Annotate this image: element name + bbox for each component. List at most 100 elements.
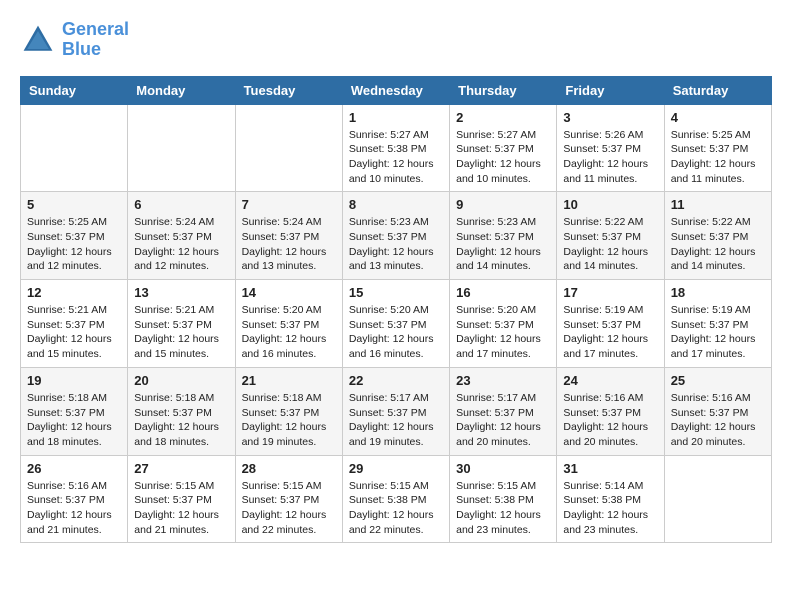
day-number: 4 [671, 110, 765, 125]
day-number: 14 [242, 285, 336, 300]
calendar-day-cell: 25 Sunrise: 5:16 AM Sunset: 5:37 PM Dayli… [664, 367, 771, 455]
calendar-day-cell: 1 Sunrise: 5:27 AM Sunset: 5:38 PM Daylig… [342, 104, 449, 192]
day-info: Sunrise: 5:18 AM Sunset: 5:37 PM Dayligh… [134, 391, 228, 450]
day-number: 18 [671, 285, 765, 300]
day-info: Sunrise: 5:27 AM Sunset: 5:38 PM Dayligh… [349, 128, 443, 187]
page-header: General Blue [20, 20, 772, 60]
day-number: 10 [563, 197, 657, 212]
day-info: Sunrise: 5:20 AM Sunset: 5:37 PM Dayligh… [349, 303, 443, 362]
logo-icon [20, 22, 56, 58]
day-info: Sunrise: 5:14 AM Sunset: 5:38 PM Dayligh… [563, 479, 657, 538]
day-number: 7 [242, 197, 336, 212]
day-info: Sunrise: 5:15 AM Sunset: 5:38 PM Dayligh… [456, 479, 550, 538]
day-info: Sunrise: 5:16 AM Sunset: 5:37 PM Dayligh… [27, 479, 121, 538]
day-info: Sunrise: 5:22 AM Sunset: 5:37 PM Dayligh… [671, 215, 765, 274]
day-number: 29 [349, 461, 443, 476]
calendar-week-row: 12 Sunrise: 5:21 AM Sunset: 5:37 PM Dayli… [21, 280, 772, 368]
day-number: 19 [27, 373, 121, 388]
calendar-day-cell: 26 Sunrise: 5:16 AM Sunset: 5:37 PM Dayli… [21, 455, 128, 543]
day-info: Sunrise: 5:22 AM Sunset: 5:37 PM Dayligh… [563, 215, 657, 274]
calendar-day-cell: 8 Sunrise: 5:23 AM Sunset: 5:37 PM Daylig… [342, 192, 449, 280]
day-info: Sunrise: 5:27 AM Sunset: 5:37 PM Dayligh… [456, 128, 550, 187]
day-number: 30 [456, 461, 550, 476]
day-info: Sunrise: 5:15 AM Sunset: 5:37 PM Dayligh… [134, 479, 228, 538]
calendar-day-cell: 17 Sunrise: 5:19 AM Sunset: 5:37 PM Dayli… [557, 280, 664, 368]
logo: General Blue [20, 20, 129, 60]
day-info: Sunrise: 5:25 AM Sunset: 5:37 PM Dayligh… [27, 215, 121, 274]
calendar-day-cell: 15 Sunrise: 5:20 AM Sunset: 5:37 PM Dayli… [342, 280, 449, 368]
calendar-day-cell: 24Sunrise: 5:16 AM Sunset: 5:37 PM Dayli… [557, 367, 664, 455]
day-info: Sunrise: 5:19 AM Sunset: 5:37 PM Dayligh… [563, 303, 657, 362]
day-number: 27 [134, 461, 228, 476]
logo-blue: Blue [62, 39, 101, 59]
calendar-day-cell: 5 Sunrise: 5:25 AM Sunset: 5:37 PM Daylig… [21, 192, 128, 280]
calendar-empty-cell [235, 104, 342, 192]
day-info: Sunrise: 5:16 AM Sunset: 5:37 PM Dayligh… [671, 391, 765, 450]
day-info: Sunrise: 5:20 AM Sunset: 5:37 PM Dayligh… [456, 303, 550, 362]
calendar-day-cell: 27 Sunrise: 5:15 AM Sunset: 5:37 PM Dayli… [128, 455, 235, 543]
day-number: 23 [456, 373, 550, 388]
calendar-day-cell: 23 Sunrise: 5:17 AM Sunset: 5:37 PM Dayli… [450, 367, 557, 455]
calendar-day-cell: 13Sunrise: 5:21 AM Sunset: 5:37 PM Dayli… [128, 280, 235, 368]
day-info: Sunrise: 5:21 AM Sunset: 5:37 PM Dayligh… [134, 303, 228, 362]
day-info: Sunrise: 5:23 AM Sunset: 5:37 PM Dayligh… [456, 215, 550, 274]
calendar-day-cell: 3 Sunrise: 5:26 AM Sunset: 5:37 PM Daylig… [557, 104, 664, 192]
calendar-day-cell: 29 Sunrise: 5:15 AM Sunset: 5:38 PM Dayli… [342, 455, 449, 543]
calendar-week-row: 26 Sunrise: 5:16 AM Sunset: 5:37 PM Dayli… [21, 455, 772, 543]
day-info: Sunrise: 5:19 AM Sunset: 5:37 PM Dayligh… [671, 303, 765, 362]
calendar-empty-cell [664, 455, 771, 543]
calendar-week-row: 5 Sunrise: 5:25 AM Sunset: 5:37 PM Daylig… [21, 192, 772, 280]
calendar-day-cell: 10 Sunrise: 5:22 AM Sunset: 5:37 PM Dayli… [557, 192, 664, 280]
calendar-day-cell: 2Sunrise: 5:27 AM Sunset: 5:37 PM Daylig… [450, 104, 557, 192]
weekday-header-monday: Monday [128, 76, 235, 104]
calendar-day-cell: 22 Sunrise: 5:17 AM Sunset: 5:37 PM Dayli… [342, 367, 449, 455]
day-number: 25 [671, 373, 765, 388]
day-number: 12 [27, 285, 121, 300]
day-number: 8 [349, 197, 443, 212]
day-number: 28 [242, 461, 336, 476]
day-number: 21 [242, 373, 336, 388]
day-number: 6 [134, 197, 228, 212]
day-number: 1 [349, 110, 443, 125]
logo-general: General [62, 19, 129, 39]
day-number: 5 [27, 197, 121, 212]
weekday-header-friday: Friday [557, 76, 664, 104]
day-info: Sunrise: 5:17 AM Sunset: 5:37 PM Dayligh… [456, 391, 550, 450]
day-info: Sunrise: 5:21 AM Sunset: 5:37 PM Dayligh… [27, 303, 121, 362]
weekday-header-wednesday: Wednesday [342, 76, 449, 104]
calendar-empty-cell [128, 104, 235, 192]
day-number: 11 [671, 197, 765, 212]
day-info: Sunrise: 5:17 AM Sunset: 5:37 PM Dayligh… [349, 391, 443, 450]
day-info: Sunrise: 5:26 AM Sunset: 5:37 PM Dayligh… [563, 128, 657, 187]
day-number: 22 [349, 373, 443, 388]
calendar-day-cell: 12 Sunrise: 5:21 AM Sunset: 5:37 PM Dayli… [21, 280, 128, 368]
day-info: Sunrise: 5:18 AM Sunset: 5:37 PM Dayligh… [242, 391, 336, 450]
day-info: Sunrise: 5:24 AM Sunset: 5:37 PM Dayligh… [242, 215, 336, 274]
day-number: 24 [563, 373, 657, 388]
day-number: 20 [134, 373, 228, 388]
calendar-week-row: 19 Sunrise: 5:18 AM Sunset: 5:37 PM Dayli… [21, 367, 772, 455]
day-number: 26 [27, 461, 121, 476]
day-info: Sunrise: 5:25 AM Sunset: 5:37 PM Dayligh… [671, 128, 765, 187]
weekday-header-tuesday: Tuesday [235, 76, 342, 104]
day-info: Sunrise: 5:18 AM Sunset: 5:37 PM Dayligh… [27, 391, 121, 450]
day-info: Sunrise: 5:20 AM Sunset: 5:37 PM Dayligh… [242, 303, 336, 362]
day-number: 31 [563, 461, 657, 476]
day-number: 3 [563, 110, 657, 125]
logo-text: General Blue [62, 20, 129, 60]
calendar-day-cell: 28Sunrise: 5:15 AM Sunset: 5:37 PM Dayli… [235, 455, 342, 543]
calendar-day-cell: 6Sunrise: 5:24 AM Sunset: 5:37 PM Daylig… [128, 192, 235, 280]
day-number: 9 [456, 197, 550, 212]
weekday-header-sunday: Sunday [21, 76, 128, 104]
calendar-day-cell: 16Sunrise: 5:20 AM Sunset: 5:37 PM Dayli… [450, 280, 557, 368]
day-info: Sunrise: 5:23 AM Sunset: 5:37 PM Dayligh… [349, 215, 443, 274]
calendar-day-cell: 19 Sunrise: 5:18 AM Sunset: 5:37 PM Dayli… [21, 367, 128, 455]
day-number: 15 [349, 285, 443, 300]
calendar-day-cell: 11 Sunrise: 5:22 AM Sunset: 5:37 PM Dayli… [664, 192, 771, 280]
calendar-table: SundayMondayTuesdayWednesdayThursdayFrid… [20, 76, 772, 544]
day-info: Sunrise: 5:15 AM Sunset: 5:38 PM Dayligh… [349, 479, 443, 538]
calendar-day-cell: 14 Sunrise: 5:20 AM Sunset: 5:37 PM Dayli… [235, 280, 342, 368]
calendar-empty-cell [21, 104, 128, 192]
weekday-header-saturday: Saturday [664, 76, 771, 104]
day-number: 17 [563, 285, 657, 300]
